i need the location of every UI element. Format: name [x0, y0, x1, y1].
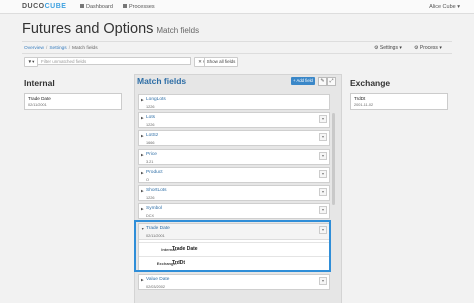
- match-field-name: Value Date: [146, 277, 170, 282]
- settings-dropdown-button[interactable]: ⚙ Settings ▾: [374, 45, 402, 51]
- page-title-text: Futures and Options: [22, 21, 154, 37]
- match-field-name: ShortLots: [146, 188, 167, 193]
- internal-field-name: Trade Date: [28, 96, 51, 101]
- show-all-label: Show all fields: [206, 59, 236, 64]
- page-subtitle: Match fields: [156, 26, 200, 35]
- show-all-fields-button[interactable]: Show all fields: [204, 57, 238, 67]
- exchange-field-value: 2001-11-02: [354, 103, 374, 107]
- caret-right-icon: ▶: [141, 206, 144, 211]
- match-field-name: LotSz: [146, 133, 159, 138]
- selection-highlight: [134, 220, 331, 272]
- edit-icon[interactable]: ✎: [318, 77, 327, 86]
- exchange-column-title: Exchange: [350, 78, 391, 88]
- match-field-name: Product: [146, 170, 163, 175]
- filter-placeholder: Filter unmatched fields: [41, 59, 87, 64]
- top-navbar: DUCOCUBE Dashboard Processes Alice Cube …: [0, 0, 474, 14]
- caret-right-icon: ▶: [141, 115, 144, 120]
- user-name: Alice Cube ▾: [429, 3, 460, 10]
- panel-scrollbar[interactable]: [332, 113, 335, 205]
- match-field-name: Lots: [146, 115, 156, 120]
- add-field-label: + Add field: [293, 78, 313, 83]
- match-field-value: 1226: [146, 122, 155, 127]
- caret-right-icon: ▶: [141, 277, 144, 282]
- breadcrumb-overview[interactable]: Overview: [24, 46, 44, 51]
- internal-column-title: Internal: [24, 78, 55, 88]
- match-field-value: O: [146, 177, 149, 182]
- breadcrumb: Overview / Settings / Match fields: [24, 46, 98, 51]
- match-field-item[interactable]: ▶ Price 3.21 ▾: [138, 149, 330, 165]
- filter-type-button[interactable]: ▼▾: [24, 57, 38, 67]
- home-icon: [80, 4, 84, 8]
- page-title: Futures and Options Match fields: [22, 21, 199, 37]
- field-menu-icon[interactable]: ▾: [319, 206, 327, 214]
- nav-dashboard-link[interactable]: Dashboard: [80, 4, 113, 10]
- match-field-name: Symbol: [146, 206, 162, 211]
- match-field-item[interactable]: ▶ LongLots 1226: [138, 94, 330, 110]
- match-field-value: 1226: [146, 104, 155, 109]
- internal-field-value: 02/11/2001: [28, 103, 47, 107]
- caret-right-icon: ▶: [141, 152, 144, 157]
- field-menu-icon[interactable]: ▾: [319, 152, 327, 160]
- breadcrumb-current: Match fields: [72, 46, 98, 51]
- field-menu-icon[interactable]: ▾: [319, 115, 327, 123]
- match-field-item[interactable]: ▶ Symbol DCX ▾: [138, 203, 330, 219]
- filter-input[interactable]: Filter unmatched fields: [37, 57, 191, 65]
- header-divider: [22, 41, 452, 42]
- field-menu-icon[interactable]: ▾: [319, 170, 327, 178]
- caret-right-icon: ▶: [141, 188, 144, 193]
- breadcrumb-settings[interactable]: Settings: [49, 46, 66, 51]
- match-field-item[interactable]: ▶ Value Date 02/03/2002 ▾: [138, 274, 330, 290]
- caret-right-icon: ▶: [141, 170, 144, 175]
- user-menu[interactable]: Alice Cube ▾: [429, 4, 460, 10]
- add-field-button[interactable]: + Add field: [291, 77, 315, 85]
- field-menu-icon[interactable]: ▾: [319, 133, 327, 141]
- process-dropdown-button[interactable]: ⚙ Process ▾: [414, 45, 442, 51]
- match-field-item[interactable]: ▶ ShortLots 1226 ▾: [138, 185, 330, 201]
- breadcrumb-divider: [22, 53, 452, 54]
- match-field-value: DCX: [146, 213, 155, 218]
- nav-processes-label: Processes: [129, 3, 155, 10]
- match-field-item[interactable]: ▶ Lots 1226 ▾: [138, 112, 330, 128]
- field-menu-icon[interactable]: ▾: [319, 277, 327, 285]
- caret-right-icon: ▶: [141, 133, 144, 138]
- match-field-value: 1666: [146, 140, 155, 145]
- caret-right-icon: ▶: [141, 97, 144, 102]
- settings-label: Settings ▾: [379, 45, 402, 51]
- nav-processes-link[interactable]: Processes: [123, 4, 155, 10]
- nav-dashboard-label: Dashboard: [86, 3, 113, 10]
- match-field-value: 1226: [146, 195, 155, 200]
- list-icon: [123, 4, 127, 8]
- match-field-name: Price: [146, 152, 157, 157]
- match-field-value: 3.21: [146, 159, 154, 164]
- field-menu-icon[interactable]: ▾: [319, 188, 327, 196]
- exchange-field-card[interactable]: TrdDt 2001-11-02: [350, 93, 448, 110]
- funnel-icon: ▼▾: [27, 59, 35, 64]
- exchange-field-name: TrdDt: [354, 96, 366, 101]
- match-field-item[interactable]: ▶ LotSz 1666 ▾: [138, 130, 330, 146]
- logo-text-duco: DUCO: [22, 3, 45, 10]
- match-fields-title: Match fields: [137, 76, 187, 86]
- internal-field-card[interactable]: Trade Date 02/11/2001: [24, 93, 122, 110]
- process-label: Process ▾: [419, 45, 442, 51]
- duco-cube-logo[interactable]: DUCOCUBE: [22, 3, 66, 10]
- logo-text-cube: CUBE: [44, 3, 67, 10]
- match-field-item[interactable]: ▶ Product O ▾: [138, 167, 330, 183]
- expand-icon[interactable]: ⤢: [327, 77, 336, 86]
- match-field-value: 02/03/2002: [146, 284, 166, 289]
- match-field-name: LongLots: [146, 97, 166, 102]
